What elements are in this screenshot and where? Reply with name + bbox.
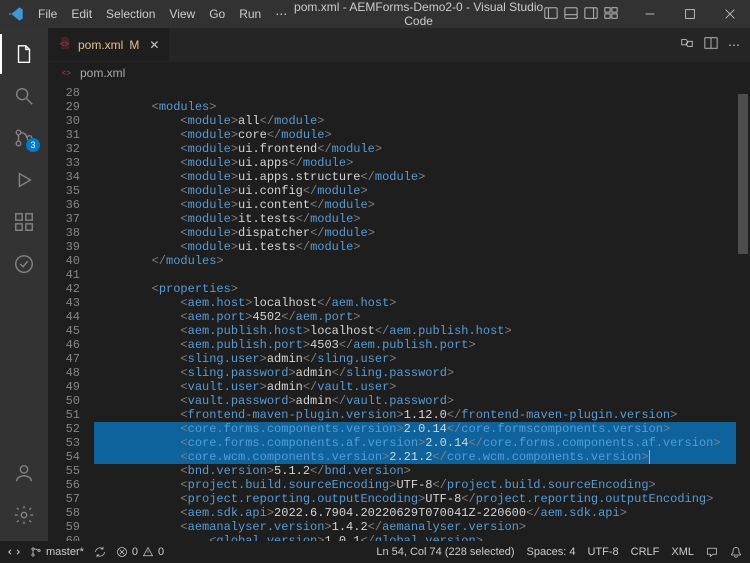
layout-controls — [544, 6, 618, 23]
code-line[interactable]: <aem.publish.host>localhost</aem.publish… — [94, 324, 736, 338]
window-minimize-icon[interactable] — [630, 0, 670, 28]
code-line[interactable]: <project.build.sourceEncoding>UTF-8</pro… — [94, 478, 736, 492]
code-line[interactable]: <properties> — [94, 282, 736, 296]
line-number-gutter: 2829303132333435363738394041424344454647… — [48, 84, 94, 541]
source-control-icon[interactable]: 3 — [0, 118, 48, 158]
menu-bar: File Edit Selection View Go Run ⋯ — [32, 5, 293, 23]
code-line[interactable]: <sling.password>admin</sling.password> — [94, 366, 736, 380]
menu-overflow-icon[interactable]: ⋯ — [269, 5, 293, 23]
code-line[interactable]: <core.forms.components.af.version>2.0.14… — [94, 436, 736, 450]
breadcrumb-item[interactable]: pom.xml — [80, 66, 125, 80]
status-feedback-icon[interactable] — [706, 546, 718, 558]
code-line[interactable]: <module>ui.apps</module> — [94, 156, 736, 170]
code-line[interactable]: <module>ui.config</module> — [94, 184, 736, 198]
search-icon[interactable] — [0, 76, 48, 116]
window-close-icon[interactable] — [710, 0, 750, 28]
settings-gear-icon[interactable] — [0, 495, 48, 535]
testing-icon[interactable] — [0, 244, 48, 284]
status-branch[interactable]: master* — [30, 546, 84, 558]
status-indent[interactable]: Spaces: 4 — [527, 546, 576, 558]
compare-changes-icon[interactable] — [680, 36, 694, 53]
menu-file[interactable]: File — [32, 5, 63, 23]
code-line[interactable] — [94, 86, 736, 100]
code-line[interactable]: <global.version>1.0.1</global.version> — [94, 534, 736, 541]
status-cursor-position[interactable]: Ln 54, Col 74 (228 selected) — [376, 546, 514, 558]
status-notifications-icon[interactable] — [730, 546, 742, 558]
code-editor[interactable]: 2829303132333435363738394041424344454647… — [48, 84, 750, 541]
status-language[interactable]: XML — [671, 546, 694, 558]
code-line[interactable]: <sling.user>admin</sling.user> — [94, 352, 736, 366]
tab-bar: <> pom.xml M ✕ ⋯ — [48, 28, 750, 62]
more-actions-icon[interactable]: ⋯ — [728, 38, 740, 52]
code-line[interactable]: <core.forms.components.version>2.0.14</c… — [94, 422, 736, 436]
tab-label: pom.xml — [78, 38, 123, 52]
customize-layout-icon[interactable] — [604, 6, 618, 23]
code-content[interactable]: <modules> <module>all</module> <module>c… — [94, 84, 736, 541]
code-line[interactable]: <module>dispatcher</module> — [94, 226, 736, 240]
code-line[interactable]: <module>ui.apps.structure</module> — [94, 170, 736, 184]
xml-file-icon: <> — [60, 65, 74, 82]
code-line[interactable]: <aem.port>4502</aem.port> — [94, 310, 736, 324]
code-line[interactable]: <aem.sdk.api>2022.6.7904.20220629T070041… — [94, 506, 736, 520]
vscode-logo-icon — [8, 6, 24, 22]
toggle-secondary-sidebar-icon[interactable] — [584, 6, 598, 23]
breadcrumb[interactable]: <> pom.xml — [48, 62, 750, 84]
accounts-icon[interactable] — [0, 453, 48, 493]
scrollbar-thumb[interactable] — [738, 94, 748, 254]
extensions-icon[interactable] — [0, 202, 48, 242]
tab-close-icon[interactable]: ✕ — [149, 38, 159, 52]
code-line[interactable]: <aem.publish.port>4503</aem.publish.port… — [94, 338, 736, 352]
menu-selection[interactable]: Selection — [100, 5, 161, 23]
svg-text:<>: <> — [60, 40, 70, 49]
code-line[interactable]: <module>ui.content</module> — [94, 198, 736, 212]
code-line[interactable]: <module>core</module> — [94, 128, 736, 142]
status-eol[interactable]: CRLF — [631, 546, 660, 558]
code-line[interactable]: <bnd.version>5.1.2</bnd.version> — [94, 464, 736, 478]
code-line[interactable]: </modules> — [94, 254, 736, 268]
toggle-primary-sidebar-icon[interactable] — [544, 6, 558, 23]
window-title: pom.xml - AEMForms-Demo2-0 - Visual Stud… — [293, 0, 544, 28]
titlebar: File Edit Selection View Go Run ⋯ pom.xm… — [0, 0, 750, 28]
code-line[interactable]: <project.reporting.outputEncoding>UTF-8<… — [94, 492, 736, 506]
code-line[interactable]: <aem.host>localhost</aem.host> — [94, 296, 736, 310]
status-problems[interactable]: 0 0 — [116, 546, 164, 558]
status-encoding[interactable]: UTF-8 — [587, 546, 618, 558]
code-line[interactable]: <vault.user>admin</vault.user> — [94, 380, 736, 394]
tab-modified-marker: M — [129, 38, 139, 52]
menu-run[interactable]: Run — [233, 5, 267, 23]
code-line[interactable]: <module>it.tests</module> — [94, 212, 736, 226]
code-line[interactable] — [94, 268, 736, 282]
code-line[interactable]: <core.wcm.components.version>2.21.2</cor… — [94, 450, 736, 464]
explorer-icon[interactable] — [0, 34, 48, 74]
svg-text:<>: <> — [62, 68, 72, 77]
vertical-scrollbar[interactable] — [738, 84, 748, 541]
run-debug-icon[interactable] — [0, 160, 48, 200]
window-maximize-icon[interactable] — [670, 0, 710, 28]
status-remote-icon[interactable] — [8, 546, 20, 558]
status-bar: master* 0 0 Ln 54, Col 74 (228 selected)… — [0, 541, 750, 563]
split-editor-icon[interactable] — [704, 36, 718, 53]
toggle-panel-icon[interactable] — [564, 6, 578, 23]
code-line[interactable]: <aemanalyser.version>1.4.2</aemanalyser.… — [94, 520, 736, 534]
code-line[interactable]: <module>ui.tests</module> — [94, 240, 736, 254]
xml-file-icon: <> — [58, 36, 72, 53]
activity-bar: 3 — [0, 28, 48, 541]
tab-pom-xml[interactable]: <> pom.xml M ✕ — [48, 28, 170, 61]
menu-go[interactable]: Go — [203, 5, 231, 23]
scm-badge: 3 — [26, 138, 40, 152]
menu-view[interactable]: View — [163, 5, 201, 23]
status-sync-icon[interactable] — [94, 546, 106, 558]
code-line[interactable]: <module>all</module> — [94, 114, 736, 128]
code-line[interactable]: <vault.password>admin</vault.password> — [94, 394, 736, 408]
code-line[interactable]: <frontend-maven-plugin.version>1.12.0</f… — [94, 408, 736, 422]
code-line[interactable]: <module>ui.frontend</module> — [94, 142, 736, 156]
menu-edit[interactable]: Edit — [65, 5, 98, 23]
code-line[interactable]: <modules> — [94, 100, 736, 114]
